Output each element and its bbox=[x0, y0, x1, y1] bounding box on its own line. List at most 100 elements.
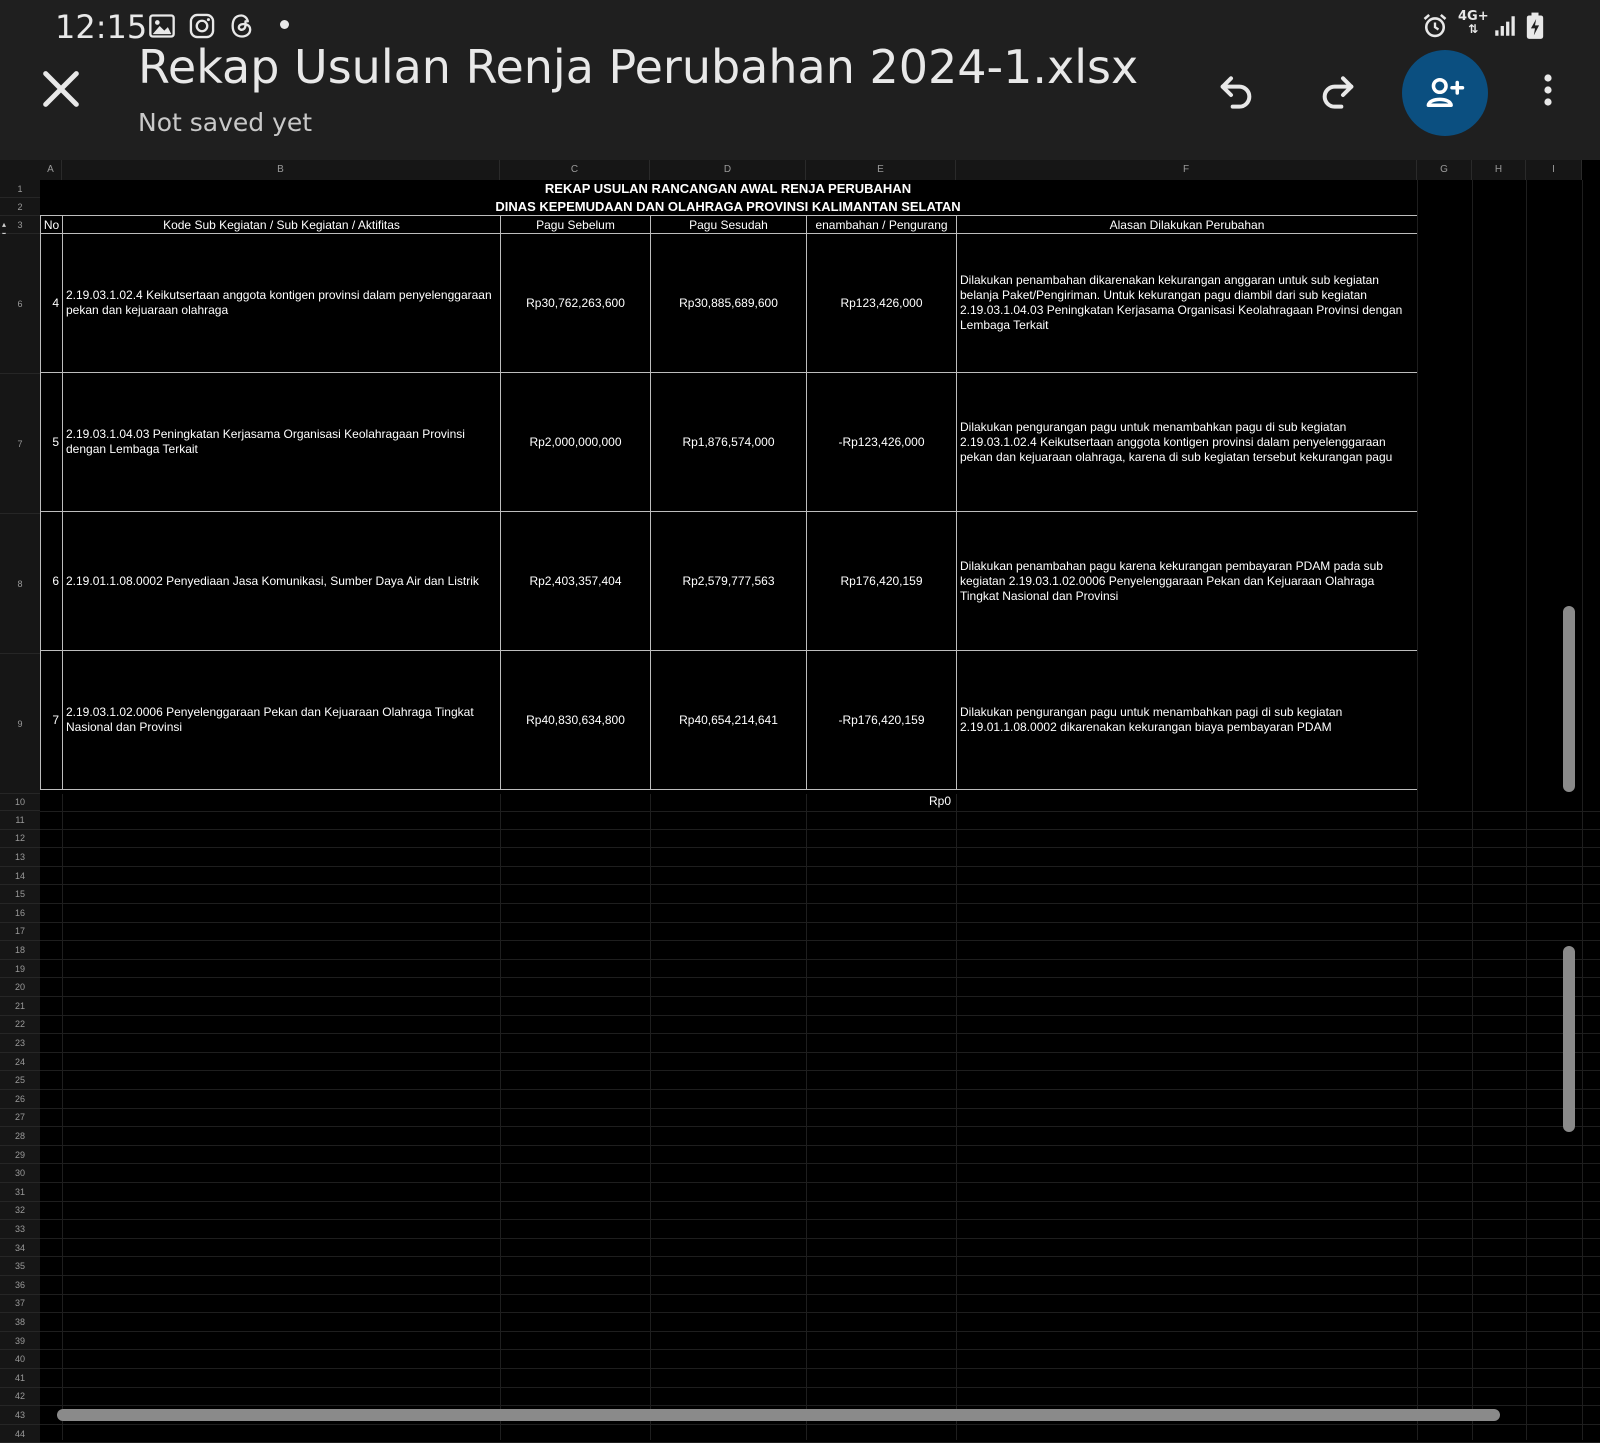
cell-pagu-sesudah[interactable]: Rp30,885,689,600 bbox=[650, 233, 807, 373]
cell-pagu-sebelum[interactable]: Rp2,000,000,000 bbox=[500, 372, 651, 512]
row-header[interactable]: 41 bbox=[0, 1369, 40, 1388]
row-header[interactable]: 19 bbox=[0, 959, 40, 979]
cell-pagu-sebelum[interactable]: Rp40,830,634,800 bbox=[500, 650, 651, 790]
share-button[interactable] bbox=[1402, 50, 1488, 136]
cell-selisih[interactable]: Rp176,420,159 bbox=[806, 511, 957, 651]
row-header[interactable]: 27 bbox=[0, 1108, 40, 1128]
gridline-row bbox=[40, 1423, 1600, 1425]
row-header[interactable]: 12 bbox=[0, 829, 40, 849]
row-header[interactable]: 38 bbox=[0, 1313, 40, 1332]
cell-alasan[interactable]: Dilakukan penambahan dikarenakan kekuran… bbox=[956, 233, 1418, 373]
column-header-i[interactable]: I bbox=[1526, 160, 1582, 180]
header-no[interactable]: No bbox=[40, 215, 63, 234]
cell-kegiatan[interactable]: 2.19.03.1.04.03 Peningkatan Kerjasama Or… bbox=[62, 372, 501, 512]
row-header[interactable]: 42 bbox=[0, 1387, 40, 1407]
column-header-f[interactable]: F bbox=[956, 160, 1417, 180]
row-header[interactable]: 35 bbox=[0, 1257, 40, 1276]
cell-alasan[interactable]: Dilakukan penambahan pagu karena kekuran… bbox=[956, 511, 1418, 651]
row-header[interactable]: 39 bbox=[0, 1331, 40, 1351]
column-header-a[interactable]: A bbox=[40, 160, 62, 180]
row-header[interactable]: 25 bbox=[0, 1071, 40, 1090]
row-header[interactable]: 14 bbox=[0, 866, 40, 886]
column-header-b[interactable]: B bbox=[62, 160, 500, 180]
signal-icon bbox=[1495, 16, 1515, 36]
vertical-scrollbar-thumb[interactable] bbox=[1563, 606, 1575, 792]
row-header[interactable]: 15 bbox=[0, 885, 40, 904]
cell-selisih[interactable]: -Rp176,420,159 bbox=[806, 650, 957, 790]
cell-kegiatan[interactable]: 2.19.03.1.02.0006 Penyelenggaraan Pekan … bbox=[62, 650, 501, 790]
row-header[interactable]: 8 bbox=[0, 514, 40, 654]
row-header[interactable]: 11 bbox=[0, 811, 40, 830]
row-header[interactable]: 7 bbox=[0, 374, 40, 514]
cell-no[interactable]: 5 bbox=[40, 372, 63, 512]
header-pagu-sesudah[interactable]: Pagu Sesudah bbox=[650, 215, 807, 234]
row-header[interactable]: 32 bbox=[0, 1201, 40, 1221]
cell-total-selisih[interactable]: Rp0 bbox=[929, 794, 951, 808]
row-header[interactable]: 34 bbox=[0, 1238, 40, 1258]
cell-pagu-sesudah[interactable]: Rp2,579,777,563 bbox=[650, 511, 807, 651]
cell-pagu-sesudah[interactable]: Rp40,654,214,641 bbox=[650, 650, 807, 790]
row-header[interactable]: 28 bbox=[0, 1127, 40, 1146]
cell-no[interactable]: 7 bbox=[40, 650, 63, 790]
horizontal-scrollbar-thumb[interactable] bbox=[57, 1409, 1500, 1421]
cell-alasan[interactable]: Dilakukan pengurangan pagu untuk menamba… bbox=[956, 372, 1418, 512]
cell-alasan[interactable]: Dilakukan pengurangan pagu untuk menamba… bbox=[956, 650, 1418, 790]
redo-icon[interactable] bbox=[1318, 70, 1358, 110]
row-header[interactable]: 21 bbox=[0, 997, 40, 1016]
header-pagu-sebelum[interactable]: Pagu Sebelum bbox=[500, 215, 651, 234]
row-header[interactable]: 24 bbox=[0, 1052, 40, 1072]
cell-no[interactable]: 6 bbox=[40, 511, 63, 651]
row-header[interactable]: 40 bbox=[0, 1350, 40, 1369]
row-header[interactable]: 31 bbox=[0, 1183, 40, 1202]
column-header-c[interactable]: C bbox=[500, 160, 650, 180]
row-header-2[interactable]: 2 bbox=[0, 198, 40, 216]
spreadsheet-grid[interactable]: A B C D E F G H I 1 2 3 ▴▾ 6 7 8 9 10 11… bbox=[0, 160, 1600, 1443]
row-header[interactable]: 18 bbox=[0, 941, 40, 960]
select-all-corner[interactable] bbox=[0, 160, 41, 180]
row-header[interactable]: 20 bbox=[0, 978, 40, 997]
more-vert-icon[interactable] bbox=[1530, 70, 1566, 110]
row-header[interactable]: 26 bbox=[0, 1090, 40, 1109]
gridline-row bbox=[40, 1256, 1600, 1258]
undo-icon[interactable] bbox=[1216, 70, 1256, 110]
close-icon[interactable] bbox=[38, 66, 84, 112]
cell-selisih[interactable]: -Rp123,426,000 bbox=[806, 372, 957, 512]
row-header-1[interactable]: 1 bbox=[0, 180, 40, 198]
row-header[interactable]: 23 bbox=[0, 1034, 40, 1053]
header-kegiatan[interactable]: Kode Sub Kegiatan / Sub Kegiatan / Aktif… bbox=[62, 215, 501, 234]
cell-no[interactable]: 4 bbox=[40, 233, 63, 373]
column-header-g[interactable]: G bbox=[1417, 160, 1472, 180]
row-header[interactable]: 13 bbox=[0, 848, 40, 867]
row-header[interactable]: 44 bbox=[0, 1424, 40, 1443]
row-header[interactable]: 37 bbox=[0, 1294, 40, 1314]
row-header[interactable]: 6 bbox=[0, 234, 40, 374]
sheet-title-line-2[interactable]: DINAS KEPEMUDAAN DAN OLAHRAGA PROVINSI K… bbox=[40, 198, 1416, 216]
header-alasan[interactable]: Alasan Dilakukan Perubahan bbox=[956, 215, 1418, 234]
row-header[interactable]: 43 bbox=[0, 1406, 40, 1425]
row-header[interactable]: 36 bbox=[0, 1276, 40, 1295]
cell-kegiatan[interactable]: 2.19.03.1.02.4 Keikutsertaan anggota kon… bbox=[62, 233, 501, 373]
gridline-row bbox=[40, 903, 1600, 904]
header-selisih[interactable]: enambahan / Pengurang bbox=[806, 215, 957, 234]
row-header-10[interactable]: 10 bbox=[0, 794, 40, 811]
cell-pagu-sebelum[interactable]: Rp30,762,263,600 bbox=[500, 233, 651, 373]
gridline-row bbox=[40, 1144, 1600, 1146]
gridline-row bbox=[40, 921, 1600, 923]
cell-selisih[interactable]: Rp123,426,000 bbox=[806, 233, 957, 373]
row-header[interactable]: 22 bbox=[0, 1015, 40, 1035]
column-header-e[interactable]: E bbox=[806, 160, 956, 180]
row-header[interactable]: 17 bbox=[0, 922, 40, 942]
gridline-row bbox=[40, 977, 1600, 979]
cell-kegiatan[interactable]: 2.19.01.1.08.0002 Penyediaan Jasa Komuni… bbox=[62, 511, 501, 651]
row-header[interactable]: 16 bbox=[0, 904, 40, 923]
sheet-title-line-1[interactable]: REKAP USULAN RANCANGAN AWAL RENJA PERUBA… bbox=[40, 180, 1416, 198]
row-header[interactable]: 30 bbox=[0, 1164, 40, 1183]
column-header-d[interactable]: D bbox=[650, 160, 806, 180]
vertical-scrollbar-thumb-secondary[interactable] bbox=[1563, 946, 1575, 1132]
row-header[interactable]: 29 bbox=[0, 1145, 40, 1165]
cell-pagu-sesudah[interactable]: Rp1,876,574,000 bbox=[650, 372, 807, 512]
row-header[interactable]: 33 bbox=[0, 1220, 40, 1239]
row-header[interactable]: 9 bbox=[0, 654, 40, 794]
cell-pagu-sebelum[interactable]: Rp2,403,357,404 bbox=[500, 511, 651, 651]
column-header-h[interactable]: H bbox=[1472, 160, 1526, 180]
